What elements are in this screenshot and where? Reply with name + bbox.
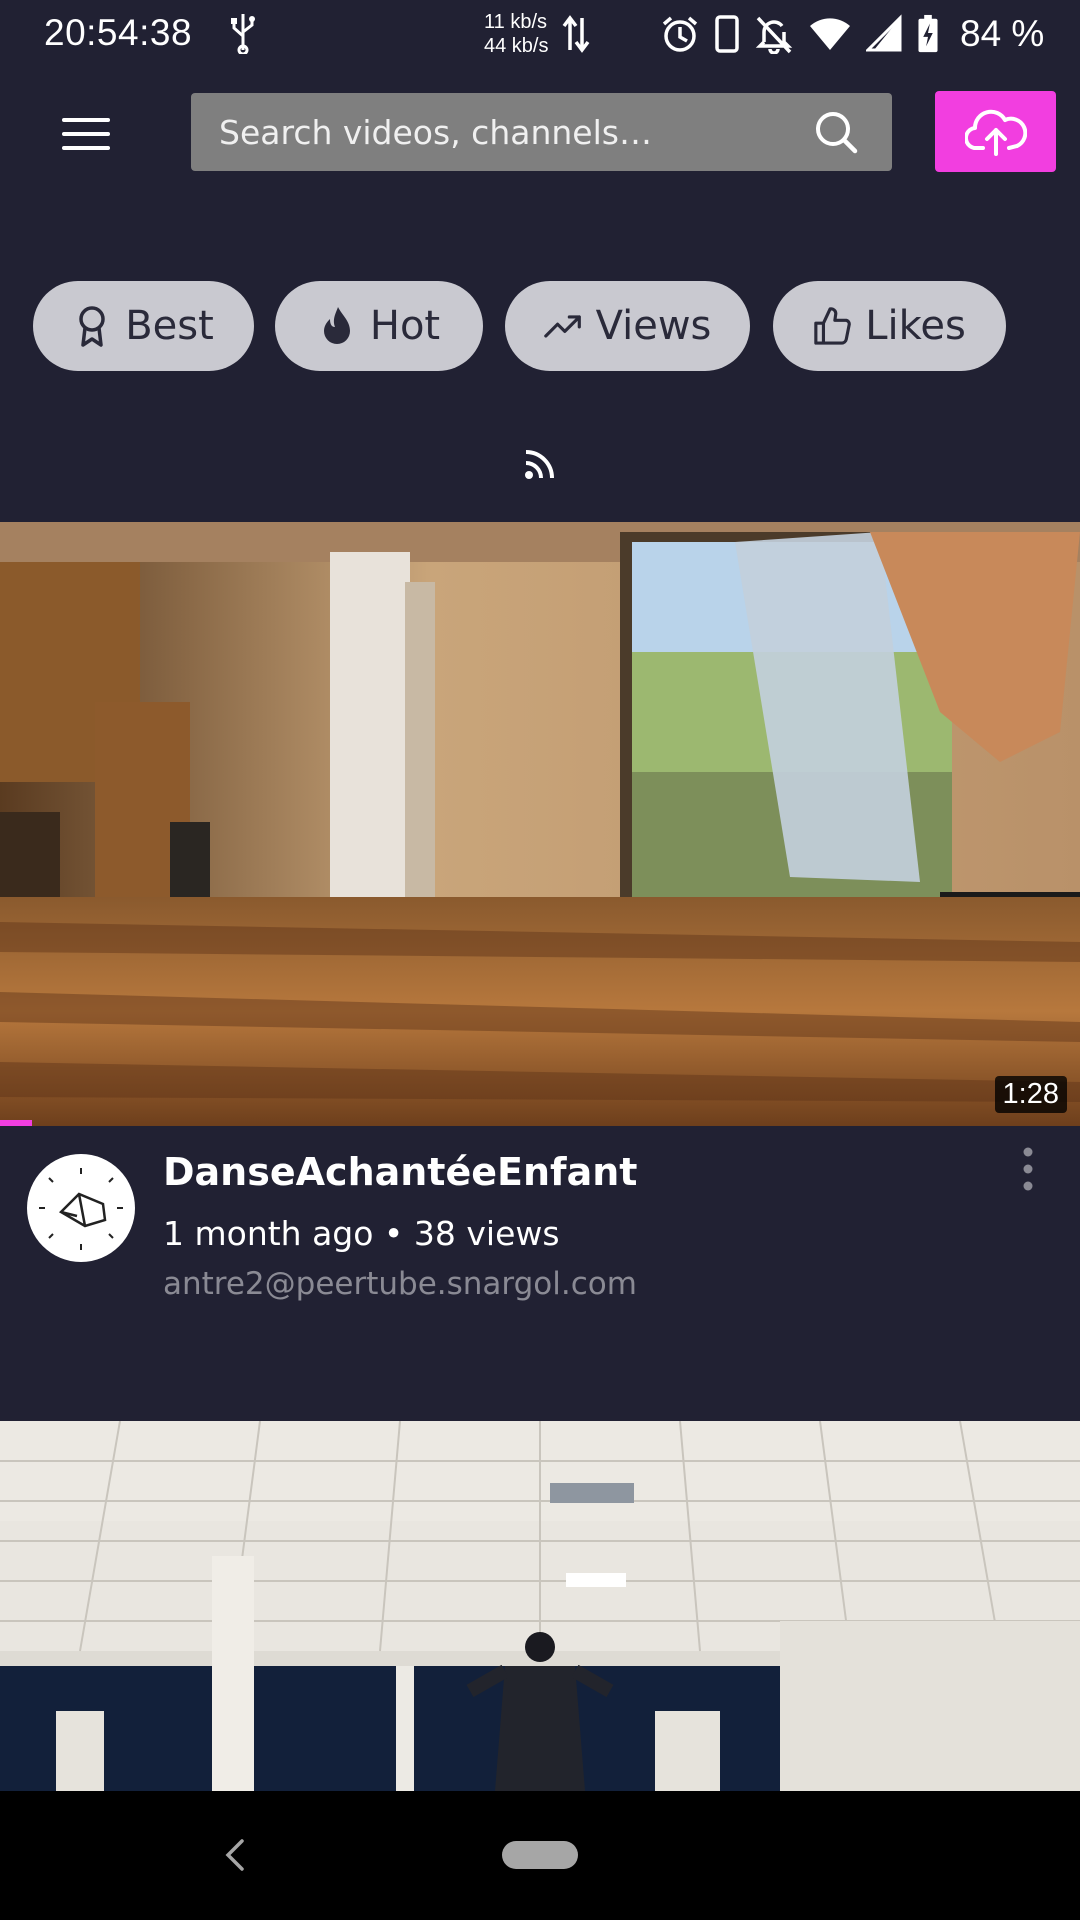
search-box[interactable] [191,93,892,171]
cloud-upload-icon [964,109,1027,156]
filter-views-label: Views [595,303,712,349]
network-upload-speed: 11 kb/s [484,11,547,33]
trending-up-icon [543,315,581,338]
battery-percent: 84 % [960,13,1045,54]
usb-icon [231,14,256,54]
flame-icon [323,307,350,344]
filter-likes[interactable]: Likes [773,281,1006,371]
search-input[interactable] [219,112,779,152]
bell-off-icon [755,16,793,54]
search-icon[interactable] [814,110,858,154]
watch-progress-bar [0,1120,33,1126]
back-icon[interactable] [222,1837,246,1873]
status-icons: 84 % [660,12,1044,56]
video-title[interactable]: DanseAchantéeEnfant [163,1150,637,1194]
thumbs-up-icon [814,307,851,345]
dance-studio-thumbnail [0,522,1080,1126]
duration-badge: 1:28 [994,1076,1067,1113]
rss-icon[interactable] [524,448,556,480]
channel-avatar[interactable] [27,1154,135,1262]
status-time: 20:54:38 [44,12,193,53]
filter-best[interactable]: Best [33,281,254,371]
wifi-icon [810,18,850,50]
app-bar [0,66,1080,196]
menu-icon[interactable] [60,114,112,154]
video-meta: 1 month ago • 38 views [163,1214,560,1253]
home-pill[interactable] [502,1841,578,1869]
network-download-speed: 44 kb/s [484,35,549,57]
channel-logo [39,1168,123,1250]
video-thumbnail[interactable]: 1:28 [0,522,1080,1126]
alarm-icon [662,16,698,52]
more-options-icon[interactable] [1016,1146,1040,1192]
filter-hot[interactable]: Hot [275,281,483,371]
filter-likes-label: Likes [865,303,966,349]
filter-best-label: Best [125,303,214,349]
video-channel[interactable]: antre2@peertube.snargol.com [163,1266,637,1302]
phone-icon [715,15,739,53]
system-nav-bar [0,1791,1080,1920]
gym-hall-thumbnail [0,1421,1080,1791]
filter-views[interactable]: Views [505,281,750,371]
battery-charging-icon [918,14,938,53]
network-arrows-icon [562,15,590,53]
award-icon [79,306,105,347]
filter-hot-label: Hot [369,303,441,349]
network-speed: 11 kb/s 44 kb/s [484,10,564,58]
upload-button[interactable] [935,91,1056,172]
signal-icon [866,14,902,52]
video-thumbnail-2[interactable] [0,1421,1080,1791]
